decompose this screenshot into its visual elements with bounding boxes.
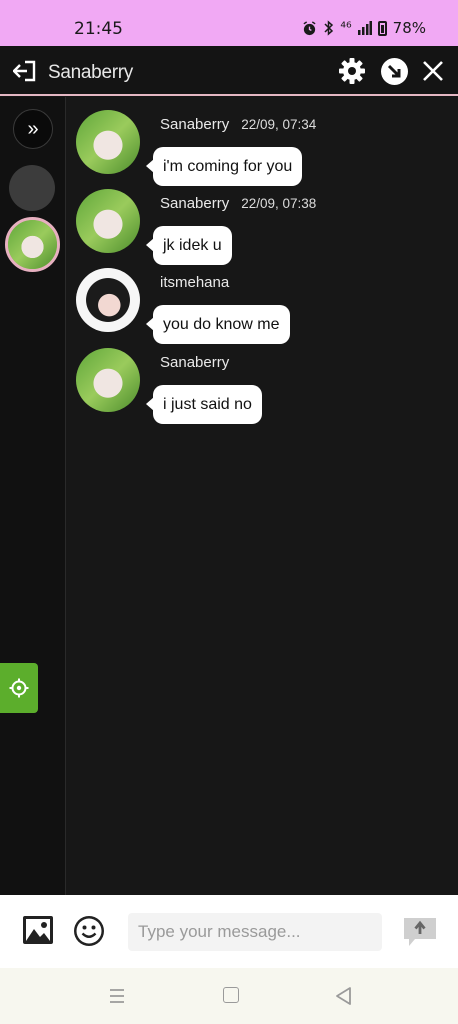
avatar[interactable] — [76, 189, 140, 253]
network-label: ⁴⁶ — [340, 20, 352, 36]
home-icon[interactable] — [223, 987, 239, 1003]
avatar[interactable] — [76, 110, 140, 174]
sidebar-room-avatar[interactable] — [5, 217, 60, 272]
sender-name[interactable]: Sanaberry — [160, 354, 229, 371]
message-bubble: i just said no — [146, 385, 262, 424]
close-icon[interactable] — [421, 59, 445, 83]
image-icon[interactable] — [22, 915, 54, 945]
message-composer — [0, 895, 458, 968]
sender-name[interactable]: itsmehana — [160, 274, 229, 291]
avatar[interactable] — [76, 348, 140, 412]
avatar — [8, 220, 57, 269]
emoji-icon[interactable] — [73, 915, 105, 947]
sender-name[interactable]: Sanaberry — [160, 195, 229, 212]
message-bubble: jk idek u — [146, 226, 232, 265]
sender-name[interactable]: Sanaberry — [160, 116, 229, 133]
expand-icon: » — [27, 117, 39, 140]
message-bubble: you do know me — [146, 305, 290, 344]
settings-button[interactable] — [0, 663, 38, 713]
message-time: 22/09, 07:34 — [241, 117, 317, 132]
battery-icon — [377, 20, 387, 36]
system-nav-bar — [0, 968, 458, 1024]
status-time: 21:45 — [74, 19, 123, 39]
settings-icon — [9, 678, 29, 698]
message-meta: itsmehana — [160, 274, 229, 291]
message-meta: Sanaberry 22/09, 07:34 — [160, 116, 316, 133]
expand-button[interactable]: » — [13, 109, 53, 149]
alarm-icon — [303, 20, 316, 35]
message-list: Sanaberry 22/09, 07:34 i'm coming for you… — [66, 97, 458, 895]
message-bubble: i'm coming for you — [145, 147, 303, 186]
message-time: 22/09, 07:38 — [241, 196, 317, 211]
signal-icon — [357, 21, 372, 35]
room-title: Sanaberry — [48, 62, 133, 83]
sidebar-room-placeholder[interactable] — [9, 165, 55, 211]
avatar[interactable] — [76, 268, 140, 332]
bluetooth-icon — [324, 20, 334, 36]
send-icon[interactable] — [403, 917, 437, 947]
status-bar: 21:45 ⁴⁶ 78% — [0, 0, 458, 46]
message-meta: Sanaberry 22/09, 07:38 — [160, 195, 316, 212]
battery-percent: 78% — [392, 19, 426, 37]
message-meta: Sanaberry — [160, 354, 229, 371]
chat-header: Sanaberry — [0, 46, 458, 96]
status-icons: ⁴⁶ 78% — [302, 19, 426, 37]
exit-icon[interactable] — [13, 60, 37, 82]
gear-icon[interactable] — [338, 57, 366, 85]
back-icon[interactable] — [334, 986, 352, 1006]
minimize-icon[interactable] — [381, 58, 408, 85]
chat-screen: 21:45 ⁴⁶ 78% Sanaberry » Sanaberry 22/09… — [0, 0, 458, 1024]
sidebar: » — [0, 97, 66, 895]
message-input[interactable] — [128, 913, 382, 951]
recent-apps-icon[interactable] — [108, 988, 126, 1004]
